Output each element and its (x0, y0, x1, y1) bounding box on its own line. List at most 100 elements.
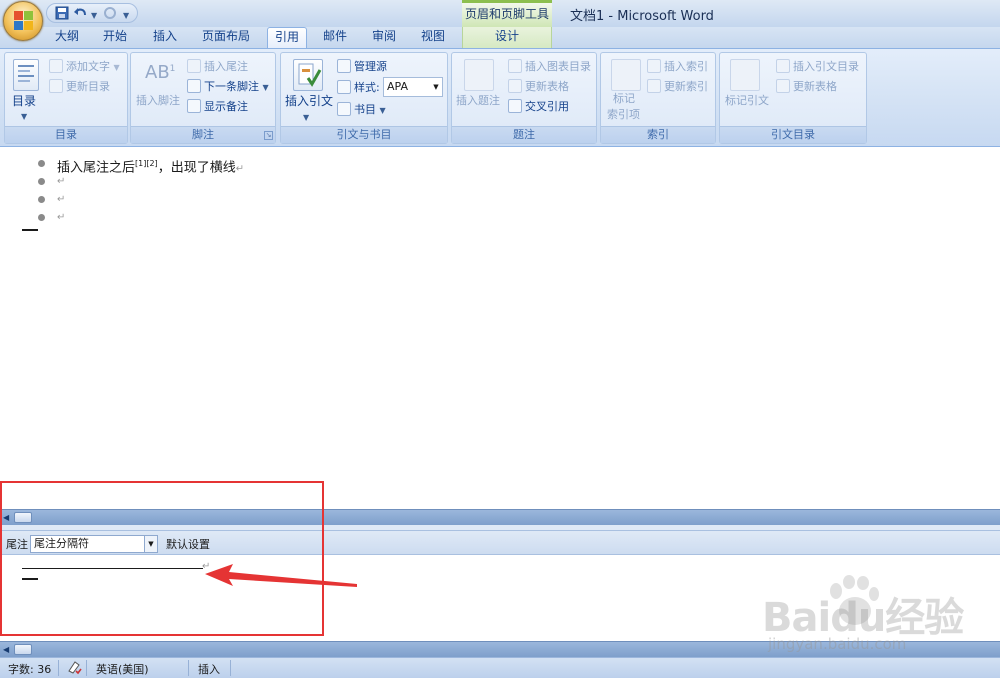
tab-references[interactable]: 引用 (267, 27, 307, 48)
mark-citation-icon (730, 59, 760, 91)
update-table-icon (508, 79, 522, 93)
status-divider (188, 660, 189, 676)
office-button[interactable] (3, 1, 43, 41)
mark-entry-button[interactable]: 标记 (613, 91, 635, 107)
show-notes-label: 显示备注 (204, 100, 248, 113)
add-text-icon (49, 59, 63, 73)
save-icon[interactable] (55, 6, 69, 24)
status-divider (58, 660, 59, 676)
insert-endnote-icon (187, 59, 201, 73)
toc-dropdown-icon[interactable]: ▼ (21, 108, 27, 125)
add-text-button[interactable]: 添加文字 ▼ (49, 59, 120, 76)
update-table-label: 更新表格 (525, 80, 569, 93)
paragraph-mark-icon: ↵ (57, 176, 66, 187)
insert-endnote-button[interactable]: 插入尾注 (187, 59, 248, 75)
insert-table-of-figures-icon (508, 59, 522, 73)
undo-icon[interactable] (73, 6, 89, 24)
insert-endnote-label: 插入尾注 (204, 60, 248, 73)
status-divider (86, 660, 87, 676)
end-of-document-mark (22, 229, 38, 231)
toc-button[interactable]: 目录 (12, 93, 36, 109)
group-toa: 标记引文 插入引文目录 更新表格 引文目录 (719, 52, 867, 144)
update-toc-icon (49, 79, 63, 93)
manage-sources-icon (337, 59, 351, 73)
annotation-arrow-icon (205, 564, 357, 587)
insert-mode-indicator[interactable]: 插入 (198, 661, 220, 677)
update-index-button[interactable]: 更新索引 (647, 79, 708, 95)
style-label: 样式: (337, 80, 380, 96)
group-captions: 插入题注 插入图表目录 更新表格 交叉引用 题注 (451, 52, 597, 144)
tab-design[interactable]: 设计 (462, 27, 552, 48)
scroll-left-icon[interactable]: ◀ (3, 645, 9, 654)
group-citations: 插入引文 ▼ 管理源 样式: 书目 ▼ 引文与书目 (280, 52, 448, 144)
annotation-highlight-box (0, 481, 324, 636)
insert-footnote-button[interactable]: 插入脚注 (136, 93, 180, 109)
endnote-reference[interactable]: [1][2] (135, 159, 158, 168)
group-footnotes: AB1 插入脚注 插入尾注 下一条脚注 ▼ 显示备注 脚注 ↘ (130, 52, 276, 144)
cross-reference-button[interactable]: 交叉引用 (508, 99, 569, 115)
citation-style-select[interactable]: APA ▼ (383, 77, 443, 97)
update-toa-button[interactable]: 更新表格 (776, 79, 837, 95)
tab-outline[interactable]: 大纲 (50, 27, 84, 48)
insert-citation-dropdown-icon[interactable]: ▼ (303, 109, 309, 126)
horizontal-scrollbar-bottom[interactable]: ◀ (0, 641, 1000, 657)
insert-index-label: 插入索引 (664, 60, 708, 73)
update-toc-button[interactable]: 更新目录 (49, 79, 110, 95)
header-footer-tools-label: 页眉和页脚工具 (462, 0, 552, 27)
cross-reference-label: 交叉引用 (525, 100, 569, 113)
insert-citation-button[interactable]: 插入引文 (285, 93, 333, 109)
ribbon-tabs: 大纲 开始 插入 页面布局 引用 邮件 审阅 视图 设计 (0, 27, 1000, 48)
redo-icon[interactable] (103, 6, 117, 24)
paragraph-mark-icon: ↵ (235, 163, 245, 175)
proofing-icon[interactable] (66, 659, 82, 678)
group-citations-label: 引文与书目 (281, 126, 447, 143)
update-toa-label: 更新表格 (793, 80, 837, 93)
tab-review[interactable]: 审阅 (367, 27, 401, 48)
insert-table-of-figures-button[interactable]: 插入图表目录 (508, 59, 591, 75)
status-divider (230, 660, 231, 676)
mark-entry-button-line2[interactable]: 索引项 (607, 107, 640, 123)
document-body[interactable]: 插入尾注之后[1][2]，出现了横线↵ ↵ ↵ ↵ (0, 147, 1000, 508)
mark-citation-button[interactable]: 标记引文 (725, 93, 769, 109)
tab-view[interactable]: 视图 (416, 27, 450, 48)
next-footnote-button[interactable]: 下一条脚注 ▼ (187, 79, 269, 96)
insert-toa-button[interactable]: 插入引文目录 (776, 59, 859, 75)
tab-page-layout[interactable]: 页面布局 (198, 27, 254, 48)
list-item-text: 插入尾注之后[1][2]，出现了横线↵ (57, 155, 244, 178)
tab-home[interactable]: 开始 (98, 27, 132, 48)
chevron-down-icon: ▼ (433, 83, 439, 91)
update-index-icon (647, 79, 661, 93)
insert-index-button[interactable]: 插入索引 (647, 59, 708, 75)
bibliography-icon (337, 102, 351, 116)
tab-insert[interactable]: 插入 (148, 27, 182, 48)
manage-sources-button[interactable]: 管理源 (337, 59, 387, 75)
style-label-text: 样式: (354, 81, 380, 94)
bullet-icon (38, 214, 45, 221)
customize-qat-icon[interactable]: ▼ (123, 6, 129, 24)
quick-access-toolbar: ▼ ▼ (46, 3, 138, 23)
mark-entry-icon (611, 59, 641, 91)
undo-dropdown-icon[interactable]: ▼ (91, 6, 97, 24)
insert-citation-icon (293, 59, 323, 91)
paragraph-mark-icon: ↵ (57, 212, 66, 223)
scroll-thumb[interactable] (14, 644, 32, 655)
bullet-icon (38, 160, 45, 167)
update-table-button[interactable]: 更新表格 (508, 79, 569, 95)
next-footnote-icon (187, 79, 201, 93)
group-toa-label: 引文目录 (720, 126, 866, 143)
word-count[interactable]: 字数: 36 (8, 661, 51, 677)
group-toc: 目录 ▼ 添加文字 ▼ 更新目录 目录 (4, 52, 128, 144)
insert-caption-button[interactable]: 插入题注 (456, 93, 500, 109)
footnote-dialog-launcher-icon[interactable]: ↘ (264, 131, 273, 140)
group-footnotes-label: 脚注 (131, 126, 275, 143)
show-notes-button[interactable]: 显示备注 (187, 99, 248, 115)
tab-mailings[interactable]: 邮件 (318, 27, 352, 48)
bibliography-label: 书目 (354, 103, 376, 116)
language-indicator[interactable]: 英语(美国) (96, 661, 149, 677)
update-toc-label: 更新目录 (66, 80, 110, 93)
ribbon: 目录 ▼ 添加文字 ▼ 更新目录 目录 AB1 插入脚注 插入尾注 下一条脚注 … (0, 48, 1000, 147)
show-notes-icon (187, 99, 201, 113)
window-title: 文档1 - Microsoft Word (570, 9, 714, 24)
next-footnote-label: 下一条脚注 (204, 80, 259, 93)
bibliography-button[interactable]: 书目 ▼ (337, 102, 386, 119)
